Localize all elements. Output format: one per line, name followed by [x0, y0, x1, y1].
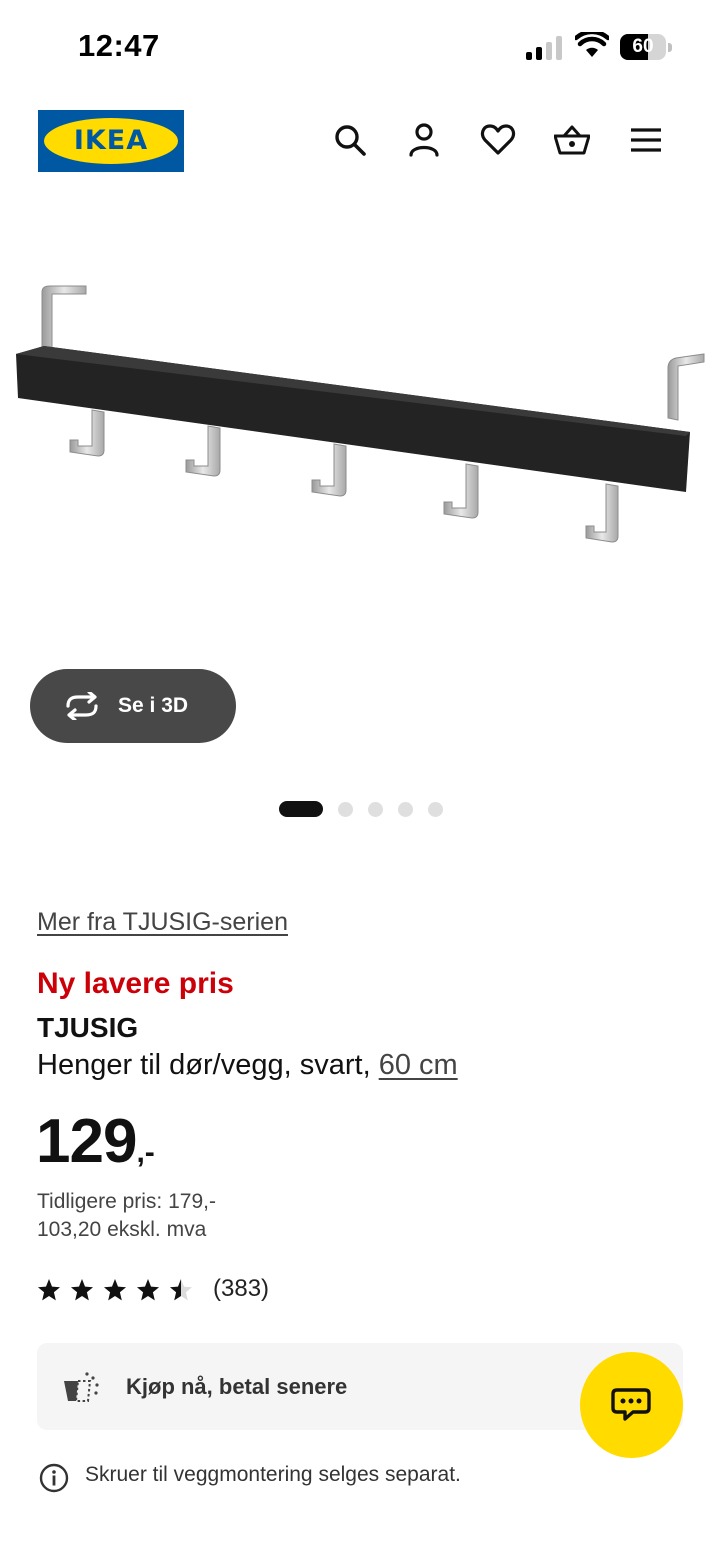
battery-label: 60 — [632, 36, 654, 57]
product-price: 129,- — [36, 1106, 155, 1177]
chat-icon — [611, 1388, 651, 1421]
battery-cap — [668, 43, 672, 52]
carousel-dot[interactable] — [428, 802, 443, 817]
star-icon — [38, 1279, 60, 1301]
product-name: TJUSIG — [37, 1012, 139, 1043]
status-time: 12:47 — [78, 28, 160, 63]
battery-indicator: 60 — [620, 34, 672, 60]
review-count: (383) — [213, 1275, 270, 1302]
bnpl-label: Kjøp nå, betal senere — [126, 1374, 348, 1399]
wifi-icon — [575, 32, 609, 57]
carousel-dot[interactable] — [338, 802, 353, 817]
star-icon — [137, 1279, 159, 1301]
notice-text: Skruer til veggmontering selges separat. — [85, 1463, 461, 1486]
battery-body: 60 — [620, 34, 666, 60]
carousel-dot[interactable] — [368, 802, 383, 817]
price-badge: Ny lavere pris — [37, 967, 234, 1000]
price-ex-vat: 103,20 ekskl. mva — [37, 1218, 207, 1241]
carousel-dot[interactable] — [398, 802, 413, 817]
product-image[interactable] — [0, 200, 720, 670]
chat-button[interactable] — [580, 1352, 683, 1458]
carousel-dot[interactable] — [279, 801, 323, 817]
rotate-3d-icon — [66, 692, 98, 720]
price-decimals: ,- — [136, 1136, 155, 1169]
star-icon — [71, 1279, 93, 1301]
previous-price: Tidligere pris: 179,- — [37, 1190, 216, 1213]
ikea-logo[interactable]: IKEA — [38, 110, 184, 172]
star-icon — [104, 1279, 126, 1301]
cellular-signal-icon — [526, 36, 562, 60]
series-link[interactable]: Mer fra TJUSIG-serien — [37, 908, 288, 937]
menu-icon[interactable] — [628, 122, 664, 158]
product-size-link[interactable]: 60 cm — [379, 1049, 458, 1081]
account-icon[interactable] — [406, 122, 442, 158]
info-icon — [39, 1463, 69, 1493]
heart-icon[interactable] — [480, 122, 516, 158]
see-in-3d-button[interactable]: Se i 3D — [30, 669, 236, 743]
status-bar: 12:47 60 — [0, 0, 720, 96]
see-in-3d-label: Se i 3D — [118, 694, 189, 717]
star-icon — [170, 1279, 192, 1301]
product-description-text: Henger til dør/vegg, svart, — [37, 1049, 379, 1081]
product-description: Henger til dør/vegg, svart, 60 cm — [37, 1049, 458, 1082]
price-integer: 129 — [36, 1107, 137, 1176]
pay-later-icon — [64, 1372, 99, 1402]
search-icon[interactable] — [332, 122, 368, 158]
site-header: IKEA — [0, 108, 720, 174]
logo-text: IKEA — [73, 125, 149, 156]
cart-icon[interactable] — [554, 122, 590, 158]
